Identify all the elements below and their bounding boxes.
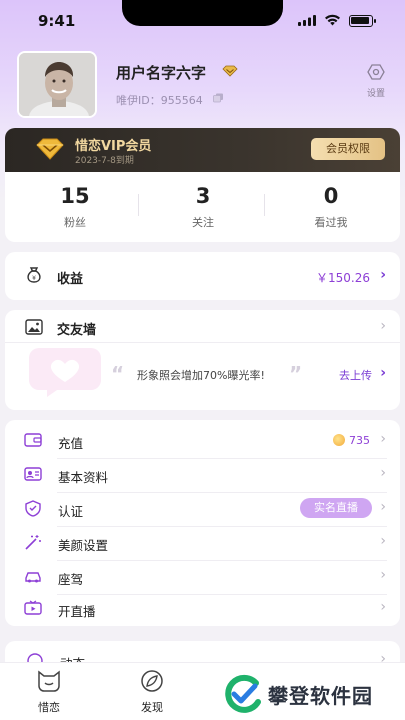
settings-button[interactable]: 设置 (362, 64, 390, 99)
heart-bubble-icon (29, 348, 101, 397)
coin-balance: 735 (333, 434, 370, 447)
divider (5, 342, 400, 343)
stat-label: 关注 (192, 216, 214, 229)
friend-wall-slogan: 形象照会增加70%曝光率! (137, 369, 265, 382)
chevron-right-icon: › (380, 267, 386, 283)
menu-item-recharge[interactable]: 充值 735 › (5, 424, 400, 458)
status-time: 9:41 (38, 12, 76, 30)
upload-link[interactable]: 去上传 (339, 367, 372, 383)
chevron-right-icon: › (380, 431, 386, 447)
friend-wall-label: 交友墙 (57, 323, 97, 338)
live-tv-icon (24, 600, 42, 615)
menu-item-label: 座驾 (58, 572, 84, 587)
vip-expiry: 2023-7-8到期 (75, 156, 134, 166)
site-watermark: 攀登软件园 (222, 672, 402, 716)
vip-title: 惜恋VIP会员 (75, 139, 152, 154)
shield-check-icon (25, 500, 41, 517)
profile-card-icon (24, 467, 42, 481)
device-notch (122, 0, 283, 26)
menu-item-label: 美颜设置 (58, 538, 109, 553)
vip-diamond-icon (36, 138, 64, 160)
stat-label: 粉丝 (64, 216, 86, 229)
menu-item-label: 开直播 (58, 604, 96, 619)
income-row[interactable]: ¥ 收益 ￥150.26 › (5, 252, 400, 300)
user-id: 唯伊ID：955564 (116, 94, 203, 107)
quote-close-icon: ” (289, 362, 303, 386)
menu-item-beauty-settings[interactable]: 美颜设置 › (5, 526, 400, 560)
menu-item-verification[interactable]: 认证 实名直播 › (5, 492, 400, 526)
tab-label: 惜恋 (38, 701, 60, 714)
friend-wall-card: 交友墙 › “ 形象照会增加70%曝光率! ” 去上传 › (5, 310, 400, 410)
menu-item-basic-info[interactable]: 基本资料 › (5, 458, 400, 492)
menu-item-label: 认证 (58, 504, 84, 519)
stat-fans[interactable]: 15 粉丝 (9, 184, 141, 230)
stats-card: 惜恋VIP会员 2023-7-8到期 会员权限 15 粉丝 3 关注 0 看过我 (5, 128, 400, 242)
vip-diamond-icon (222, 65, 238, 77)
status-bar: 9:41 (0, 0, 405, 44)
magic-wand-icon (25, 535, 41, 550)
settings-menu: 充值 735 › 基本资料 › 认证 实名直播 › 美颜设置 › 座驾 › 开直… (5, 420, 400, 626)
compass-icon (141, 670, 163, 692)
car-icon (25, 572, 41, 583)
tab-label: 发现 (141, 701, 163, 714)
cat-face-icon (38, 670, 60, 692)
verification-badge: 实名直播 (300, 498, 372, 518)
tab-xilian[interactable]: 惜恋 (19, 669, 79, 715)
income-label: 收益 (57, 272, 84, 287)
chevron-right-icon: › (380, 533, 386, 549)
chevron-right-icon: › (380, 465, 386, 481)
battery-icon (349, 15, 376, 27)
menu-item-label: 基本资料 (58, 470, 109, 485)
stat-label: 看过我 (314, 216, 348, 229)
vip-privileges-button[interactable]: 会员权限 (311, 138, 385, 160)
chevron-right-icon: › (380, 599, 386, 615)
chevron-right-icon: › (380, 567, 386, 583)
stat-value: 0 (323, 184, 339, 208)
svg-text:¥: ¥ (32, 275, 36, 282)
watermark-text: 攀登软件园 (268, 684, 373, 708)
gear-icon (367, 64, 385, 80)
cellular-signal-icon (298, 15, 316, 26)
coin-balance-value: 735 (349, 434, 370, 447)
menu-item-go-live[interactable]: 开直播 › (5, 592, 400, 626)
avatar[interactable] (17, 51, 97, 118)
stat-visitors[interactable]: 0 看过我 (265, 184, 397, 230)
quote-open-icon: “ (111, 362, 125, 386)
menu-item-vehicle[interactable]: 座驾 › (5, 560, 400, 594)
stat-following[interactable]: 3 关注 (137, 184, 269, 230)
menu-item-label: 充值 (58, 436, 84, 451)
chevron-right-icon[interactable]: › (380, 318, 386, 334)
coin-icon (333, 434, 345, 446)
vip-banner[interactable]: 惜恋VIP会员 2023-7-8到期 会员权限 (5, 128, 400, 172)
username: 用户名字六字 (116, 64, 207, 82)
settings-label: 设置 (366, 89, 385, 99)
image-icon (25, 319, 43, 335)
money-bag-icon: ¥ (27, 267, 41, 283)
stat-value: 15 (60, 184, 90, 208)
watermark-logo-icon (225, 674, 261, 713)
chevron-right-icon: › (380, 365, 386, 381)
tab-discover[interactable]: 发现 (122, 669, 182, 715)
stat-value: 3 (195, 184, 211, 208)
income-value: ￥150.26 (316, 271, 370, 285)
wallet-icon (24, 433, 42, 447)
copy-icon[interactable] (213, 93, 224, 103)
wifi-icon (325, 14, 340, 26)
chevron-right-icon: › (380, 499, 386, 515)
